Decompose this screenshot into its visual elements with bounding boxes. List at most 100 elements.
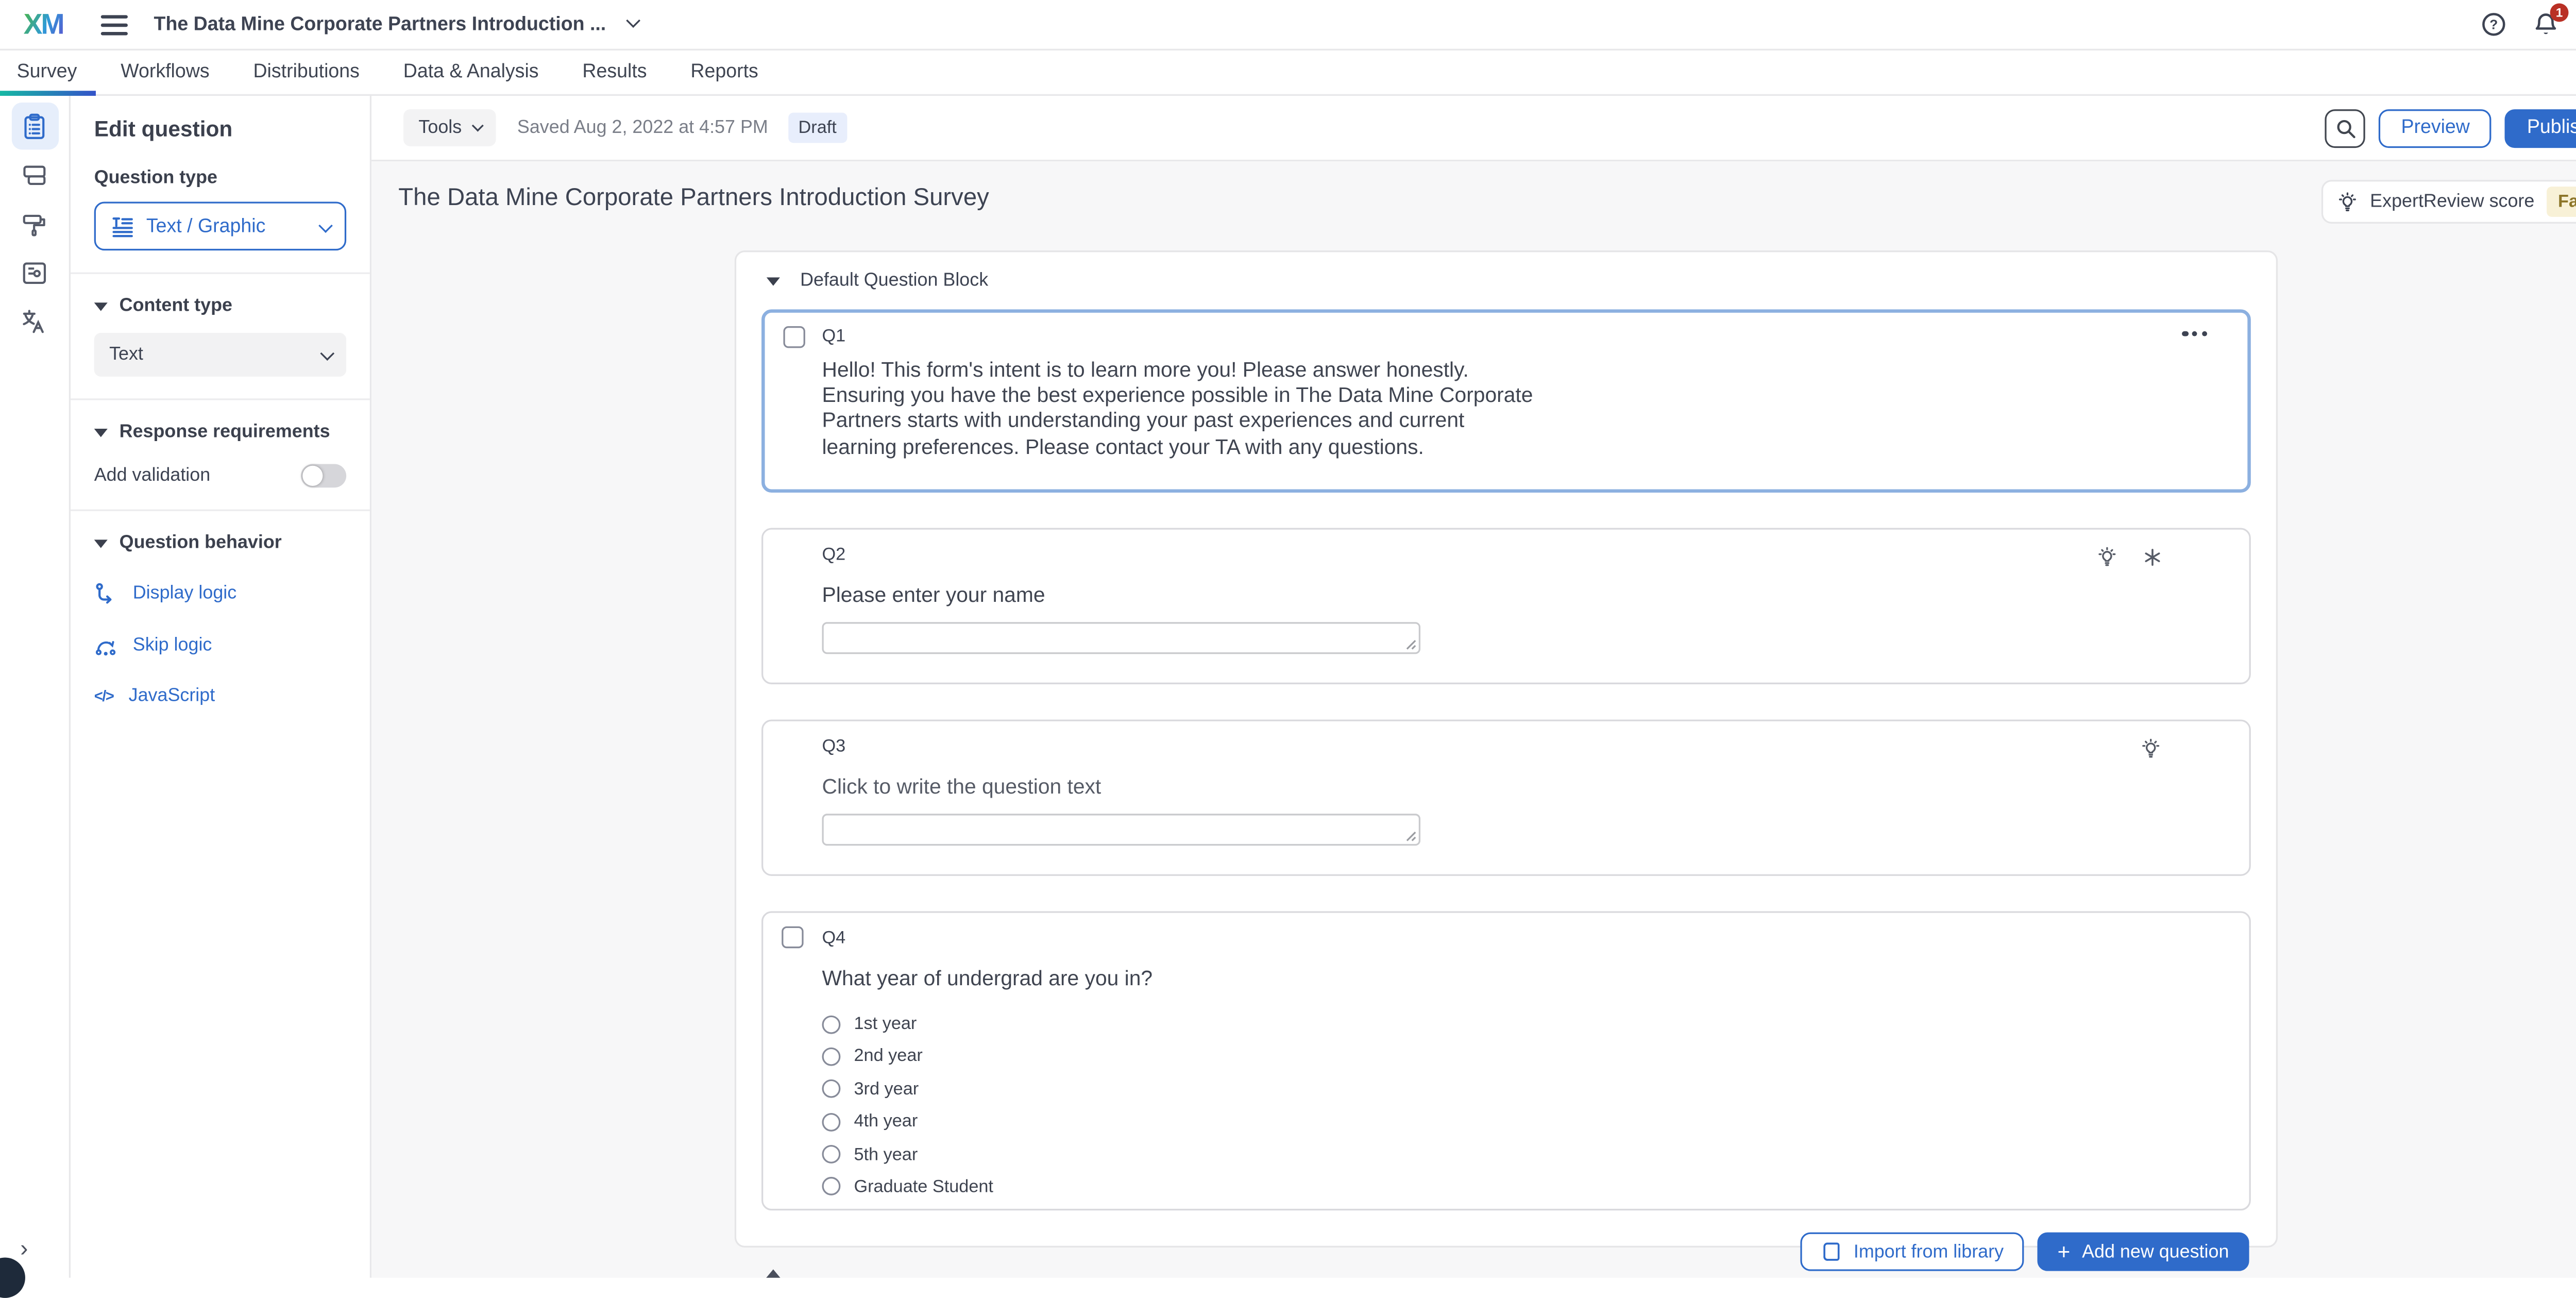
caret-down-icon bbox=[94, 428, 108, 436]
tab-survey[interactable]: Survey bbox=[17, 62, 77, 82]
tab-workflows[interactable]: Workflows bbox=[121, 62, 209, 82]
choice-row[interactable]: 5th year bbox=[822, 1144, 2249, 1165]
notifications-button[interactable]: 1 bbox=[2533, 12, 2558, 37]
content-type-section-header[interactable]: Content type bbox=[94, 296, 346, 316]
help-button[interactable]: ? bbox=[2481, 12, 2506, 37]
publish-button[interactable]: Publish bbox=[2505, 108, 2576, 147]
tab-distributions[interactable]: Distributions bbox=[253, 62, 359, 82]
add-validation-toggle[interactable] bbox=[301, 464, 346, 488]
question-text-placeholder[interactable]: Click to write the question text bbox=[822, 773, 2249, 800]
radio-icon[interactable] bbox=[822, 1080, 840, 1099]
notification-count-badge: 1 bbox=[2550, 4, 2569, 22]
active-tab-indicator bbox=[0, 91, 96, 96]
response-requirements-label: Response requirements bbox=[120, 422, 330, 442]
rail-item-survey-options[interactable] bbox=[11, 249, 58, 296]
survey-canvas: The Data Mine Corporate Partners Introdu… bbox=[371, 161, 2576, 1277]
radio-icon[interactable] bbox=[822, 1177, 840, 1196]
text-entry-input[interactable] bbox=[822, 622, 1420, 654]
display-logic-label: Display logic bbox=[133, 583, 236, 603]
preview-button[interactable]: Preview bbox=[2379, 108, 2492, 147]
question-checkbox[interactable] bbox=[782, 926, 803, 948]
question-behavior-section-header[interactable]: Question behavior bbox=[94, 533, 346, 553]
collapse-block-up-caret[interactable] bbox=[761, 1237, 785, 1274]
hamburger-menu-icon[interactable] bbox=[100, 14, 127, 35]
last-saved-text: Saved Aug 2, 2022 at 4:57 PM bbox=[517, 117, 768, 138]
skip-logic-icon bbox=[94, 634, 118, 658]
survey-switcher-chevron-icon[interactable] bbox=[625, 13, 640, 28]
tools-button[interactable]: Tools bbox=[403, 109, 495, 146]
text-entry-input[interactable] bbox=[822, 814, 1420, 846]
question-card-q1[interactable]: Q1 Hello! This form's intent is to learn… bbox=[761, 309, 2251, 493]
expand-panel-chevron[interactable]: › bbox=[20, 1236, 28, 1259]
question-type-select[interactable]: Text / Graphic bbox=[94, 202, 346, 251]
question-id: Q2 bbox=[822, 546, 2249, 565]
question-behavior-label: Question behavior bbox=[120, 533, 282, 553]
display-logic-icon bbox=[94, 582, 118, 605]
plus-icon: + bbox=[2057, 1238, 2070, 1263]
chevron-down-icon bbox=[318, 218, 333, 232]
choice-row[interactable]: Graduate Student bbox=[822, 1177, 2249, 1197]
question-text[interactable]: Please enter your name bbox=[822, 582, 2249, 609]
panel-title: Edit question bbox=[94, 116, 346, 141]
block-header[interactable]: Default Question Block bbox=[736, 252, 2276, 309]
block-title: Default Question Block bbox=[800, 271, 988, 291]
tab-data-analysis[interactable]: Data & Analysis bbox=[403, 62, 539, 82]
tab-results[interactable]: Results bbox=[582, 62, 647, 82]
choice-row[interactable]: 3rd year bbox=[822, 1079, 2249, 1099]
content-type-select[interactable]: Text bbox=[94, 333, 346, 377]
choice-row[interactable]: 2nd year bbox=[822, 1047, 2249, 1067]
search-button[interactable] bbox=[2326, 108, 2366, 147]
primary-nav: Survey Workflows Distributions Data & An… bbox=[0, 50, 2576, 96]
choice-row[interactable]: 1st year bbox=[822, 1014, 2249, 1034]
question-card-q4[interactable]: Q4 What year of undergrad are you in? 1s… bbox=[761, 911, 2251, 1210]
rail-item-look-and-feel[interactable] bbox=[11, 200, 58, 247]
import-from-library-button[interactable]: Import from library bbox=[1800, 1233, 2024, 1271]
question-card-q2[interactable]: Q2 Please enter your name bbox=[761, 528, 2251, 684]
tab-reports[interactable]: Reports bbox=[690, 62, 758, 82]
search-icon bbox=[2335, 117, 2357, 139]
expert-review-label: ExpertReview score bbox=[2370, 192, 2534, 212]
left-icon-rail: › bbox=[0, 96, 71, 1278]
choice-label: 5th year bbox=[854, 1144, 918, 1165]
display-logic-link[interactable]: Display logic bbox=[94, 582, 346, 605]
rail-item-survey-builder[interactable] bbox=[11, 103, 58, 149]
sliders-icon bbox=[20, 258, 48, 286]
question-card-q3[interactable]: Q3 Click to write the question text bbox=[761, 719, 2251, 875]
clipboard-list-icon bbox=[20, 112, 48, 140]
help-widget-bubble[interactable] bbox=[0, 1258, 25, 1298]
panel-divider bbox=[71, 398, 370, 400]
paint-roller-icon bbox=[20, 209, 48, 238]
expert-review-pill[interactable]: ExpertReview score Fair bbox=[2321, 180, 2576, 224]
question-text[interactable]: Hello! This form's intent is to learn mo… bbox=[822, 358, 1534, 460]
import-from-library-label: Import from library bbox=[1854, 1242, 2004, 1262]
required-asterisk-icon[interactable] bbox=[2143, 548, 2162, 567]
javascript-link[interactable]: </> JavaScript bbox=[94, 686, 346, 706]
rail-item-translations[interactable] bbox=[11, 298, 58, 345]
radio-icon[interactable] bbox=[822, 1015, 840, 1033]
skip-logic-link[interactable]: Skip logic bbox=[94, 634, 346, 658]
response-requirements-section-header[interactable]: Response requirements bbox=[94, 422, 346, 442]
panel-divider bbox=[71, 510, 370, 511]
choice-label: 3rd year bbox=[854, 1079, 919, 1099]
radio-icon[interactable] bbox=[822, 1145, 840, 1164]
javascript-label: JavaScript bbox=[129, 686, 215, 706]
content-type-value: Text bbox=[109, 345, 143, 365]
suggestion-lightbulb-icon[interactable] bbox=[2096, 546, 2118, 568]
code-icon: </> bbox=[94, 687, 114, 704]
radio-icon[interactable] bbox=[822, 1112, 840, 1131]
choice-row[interactable]: 4th year bbox=[822, 1111, 2249, 1132]
add-new-question-button[interactable]: + Add new question bbox=[2037, 1233, 2249, 1271]
radio-icon[interactable] bbox=[822, 1047, 840, 1066]
question-text[interactable]: What year of undergrad are you in? bbox=[822, 965, 2249, 992]
help-icon: ? bbox=[2481, 12, 2506, 37]
xm-logo: XM bbox=[24, 10, 63, 39]
panel-divider bbox=[71, 273, 370, 274]
question-menu-ellipsis-icon[interactable] bbox=[2179, 328, 2211, 340]
question-block-container: Default Question Block Q1 Hello! This fo… bbox=[735, 250, 2278, 1248]
suggestion-lightbulb-icon[interactable] bbox=[2140, 738, 2161, 760]
toggle-knob bbox=[302, 466, 323, 486]
question-id: Q3 bbox=[822, 738, 2249, 756]
rail-item-block-options[interactable] bbox=[11, 151, 58, 198]
question-checkbox[interactable] bbox=[783, 326, 805, 348]
chevron-down-icon bbox=[320, 346, 334, 361]
